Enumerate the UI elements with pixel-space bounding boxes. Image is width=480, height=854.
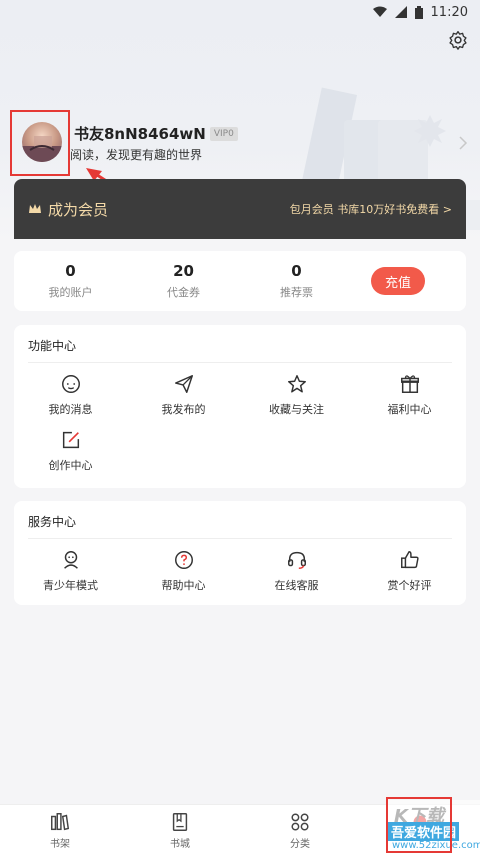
func-item-messages[interactable]: 我的消息 (14, 373, 127, 429)
gift-icon (400, 375, 419, 393)
signal-icon (394, 6, 407, 18)
serv-item-label: 青少年模式 (43, 579, 98, 592)
stat-label: 推荐票 (280, 286, 313, 299)
bookshelf-icon (51, 813, 70, 831)
profile-tagline: 阅读，发现更有趣的世界 (70, 148, 203, 162)
func-item-label: 收藏与关注 (269, 403, 324, 416)
headset-icon (287, 551, 306, 569)
thumbs-up-icon (400, 551, 419, 569)
chevron-right-icon[interactable] (458, 135, 468, 151)
battery-icon (414, 5, 423, 19)
stat-value: 20 (173, 262, 194, 280)
avatar-highlight-box (10, 110, 70, 176)
nav-label: 分类 (290, 839, 310, 850)
func-item-label: 我发布的 (161, 403, 206, 416)
nav-category[interactable]: 分类 (240, 805, 360, 854)
wallet-stat-ticket[interactable]: 0 推荐票 (240, 262, 353, 300)
stat-label: 我的账户 (48, 286, 93, 299)
avatar[interactable] (22, 122, 62, 162)
wifi-icon (372, 6, 387, 17)
nav-bookstore[interactable]: 书城 (120, 805, 240, 854)
crown-icon (29, 204, 41, 213)
username[interactable]: 书友8nN8464wN VIP0 (74, 123, 238, 144)
wallet-stat-account[interactable]: 0 我的账户 (14, 262, 127, 300)
serv-item-help[interactable]: 帮助中心 (127, 549, 240, 605)
vip-level-badge: VIP0 (209, 126, 238, 141)
vip-title: 成为会员 (48, 200, 109, 219)
bookstore-icon (172, 813, 188, 831)
func-item-label: 创作中心 (48, 459, 93, 472)
teen-mode-icon (63, 551, 78, 569)
status-bar: 11:20 (0, 0, 480, 24)
function-center-title: 功能中心 (28, 339, 77, 353)
serv-item-label: 赏个好评 (387, 579, 432, 592)
serv-item-teen-mode[interactable]: 青少年模式 (14, 549, 127, 605)
nav-bookshelf[interactable]: 书架 (0, 805, 120, 854)
star-icon (287, 375, 306, 393)
func-item-favorites[interactable]: 收藏与关注 (240, 373, 353, 429)
username-text: 书友8nN8464wN (74, 125, 206, 143)
nav-label: 书城 (170, 839, 190, 850)
function-center-card: 功能中心 我的消息 我发布的 收藏与关注 福利中心 创作中心 (14, 325, 466, 488)
avatar-image (22, 136, 62, 162)
stat-value: 0 (291, 262, 302, 280)
wallet-stat-voucher[interactable]: 20 代金券 (127, 262, 240, 300)
func-item-welfare[interactable]: 福利中心 (353, 373, 466, 429)
nav-label: 书架 (50, 839, 70, 850)
serv-item-label: 在线客服 (274, 579, 319, 592)
stat-value: 0 (65, 262, 76, 280)
vip-banner[interactable]: 成为会员 包月会员 书库10万好书免费看 > (14, 179, 466, 239)
help-icon (174, 551, 193, 569)
serv-item-rate[interactable]: 赏个好评 (353, 549, 466, 605)
settings-gear-icon[interactable] (448, 30, 468, 50)
func-item-published[interactable]: 我发布的 (127, 373, 240, 429)
category-icon (291, 813, 309, 831)
edit-icon (62, 431, 79, 449)
serv-item-customer-service[interactable]: 在线客服 (240, 549, 353, 605)
service-center-card: 服务中心 青少年模式 帮助中心 在线客服 赏个好评 (14, 501, 466, 605)
func-item-creation[interactable]: 创作中心 (14, 429, 127, 485)
nav-highlight-box (386, 797, 452, 853)
func-item-label: 福利中心 (387, 403, 432, 416)
serv-item-label: 帮助中心 (161, 579, 206, 592)
service-center-title: 服务中心 (28, 515, 77, 529)
recharge-button[interactable]: 充值 (371, 267, 425, 295)
wallet-card: 0 我的账户 20 代金券 0 推荐票 充值 (14, 251, 466, 311)
stat-label: 代金券 (167, 286, 200, 299)
message-icon (61, 375, 80, 393)
vip-promo-link[interactable]: 包月会员 书库10万好书免费看 > (290, 201, 452, 217)
func-item-label: 我的消息 (48, 403, 93, 416)
send-icon (174, 375, 193, 393)
status-time: 11:20 (430, 4, 468, 20)
